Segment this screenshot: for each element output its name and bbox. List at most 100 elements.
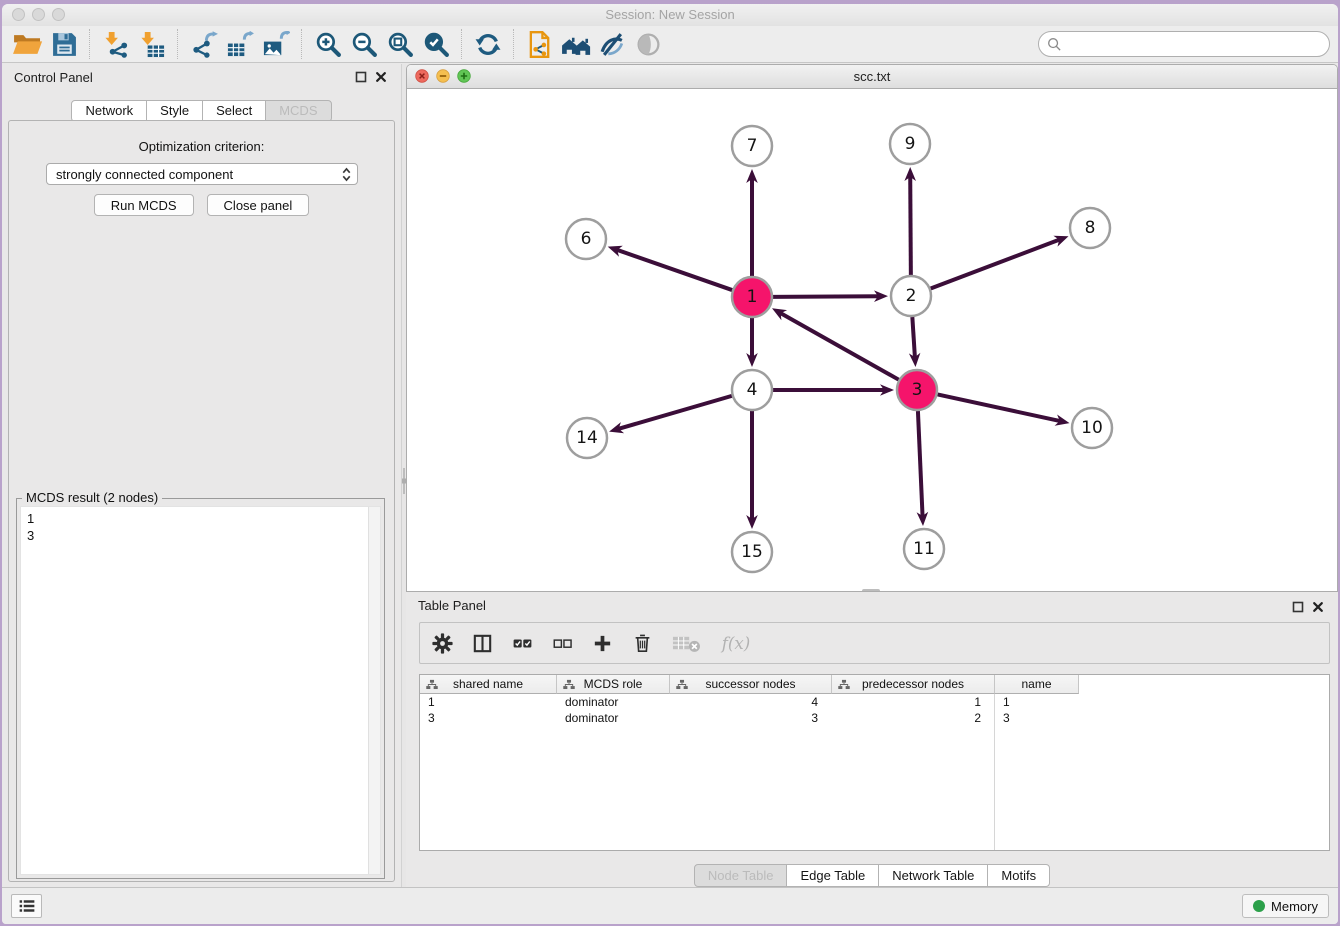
node-4[interactable]: 4 [732, 370, 772, 410]
tab-node-table[interactable]: Node Table [694, 864, 788, 887]
import-table-button[interactable] [134, 28, 170, 60]
export-table-icon [226, 31, 254, 58]
table-row[interactable]: 3dominator323 [420, 710, 1329, 726]
save-session-icon [51, 31, 78, 58]
edge-4-15[interactable] [746, 411, 758, 529]
zoom-out-button[interactable] [346, 28, 382, 60]
create-column-button[interactable] [592, 633, 613, 654]
close-panel-button[interactable]: Close panel [207, 194, 310, 216]
cell-MCDS-role[interactable]: dominator [557, 695, 670, 709]
edge-1-6[interactable] [608, 246, 732, 290]
edge-4-14[interactable] [609, 396, 732, 433]
column-header-successor-nodes[interactable]: successor nodes [670, 675, 832, 694]
float-panel-icon[interactable] [355, 71, 367, 83]
column-header-label: predecessor nodes [862, 677, 964, 691]
mcds-result-scrollbar[interactable] [368, 507, 380, 874]
optimization-criterion-select[interactable]: strongly connected component [46, 163, 358, 185]
mcds-result-textarea[interactable]: 13 [20, 506, 381, 875]
edge-3-10[interactable] [938, 394, 1070, 425]
close-table-panel-icon[interactable] [1312, 601, 1324, 613]
search-input[interactable] [1062, 34, 1329, 54]
cell-shared-name[interactable]: 3 [420, 711, 557, 725]
table-mode-button[interactable] [472, 633, 493, 654]
edge-1-2[interactable] [773, 290, 888, 302]
control-panel-tabs: NetworkStyleSelectMCDS [2, 100, 401, 122]
workspace-right-column: scc.txt 7968124314101511 Table Panel f(x… [406, 64, 1338, 888]
node-2[interactable]: 2 [891, 276, 931, 316]
column-header-label: successor nodes [705, 677, 795, 691]
cell-successor-nodes[interactable]: 3 [670, 711, 832, 725]
main-toolbar [2, 26, 1338, 63]
application-window: Session: New Session Control Panel [0, 0, 1340, 926]
zoom-fit-button[interactable] [382, 28, 418, 60]
new-network-from-selection-button[interactable] [522, 28, 558, 60]
node-6[interactable]: 6 [566, 219, 606, 259]
node-15[interactable]: 15 [732, 532, 772, 572]
delete-column-button[interactable] [632, 633, 653, 654]
edge-1-7[interactable] [746, 169, 758, 276]
tab-edge-table[interactable]: Edge Table [786, 864, 879, 887]
birds-eye-view-button [630, 28, 666, 60]
tab-network-table[interactable]: Network Table [878, 864, 988, 887]
node-3[interactable]: 3 [897, 370, 937, 410]
import-network-button[interactable] [98, 28, 134, 60]
toolbar-separator [89, 29, 91, 59]
edge-3-11[interactable] [917, 411, 929, 526]
cell-shared-name[interactable]: 1 [420, 695, 557, 709]
node-10[interactable]: 10 [1072, 408, 1112, 448]
tab-network[interactable]: Network [71, 100, 147, 122]
cell-predecessor-nodes[interactable]: 1 [832, 695, 995, 709]
zoom-in-button[interactable] [310, 28, 346, 60]
birds-eye-view-icon [635, 31, 662, 58]
open-file-button[interactable] [10, 28, 46, 60]
network-canvas[interactable]: 7 9 6 8 1 2 4 3 14 10 15 11 [407, 88, 1338, 591]
mcds-result-line: 3 [27, 527, 362, 544]
cell-successor-nodes[interactable]: 4 [670, 695, 832, 709]
cell-name[interactable]: 1 [995, 695, 1079, 709]
node-11[interactable]: 11 [904, 529, 944, 569]
column-header-name[interactable]: name [995, 675, 1079, 694]
hide-all-columns-button[interactable] [552, 633, 573, 654]
tab-select[interactable]: Select [202, 100, 266, 122]
cell-name[interactable]: 3 [995, 711, 1079, 725]
column-header-predecessor-nodes[interactable]: predecessor nodes [832, 675, 995, 694]
table-row[interactable]: 1dominator411 [420, 694, 1329, 710]
edge-1-4[interactable] [746, 318, 758, 367]
fx-icon: f(x) [720, 633, 752, 654]
save-session-button[interactable] [46, 28, 82, 60]
close-panel-icon[interactable] [375, 71, 387, 83]
svg-text:1: 1 [747, 287, 758, 307]
export-network-button[interactable] [186, 28, 222, 60]
export-table-button[interactable] [222, 28, 258, 60]
show-all-columns-button[interactable] [512, 633, 533, 654]
refresh-button[interactable] [470, 28, 506, 60]
export-image-button[interactable] [258, 28, 294, 60]
table-settings-button[interactable] [432, 633, 453, 654]
memory-status-dot [1253, 900, 1265, 912]
node-14[interactable]: 14 [567, 418, 607, 458]
tab-mcds[interactable]: MCDS [265, 100, 331, 122]
node-8[interactable]: 8 [1070, 208, 1110, 248]
node-1[interactable]: 1 [732, 277, 772, 317]
column-header-MCDS-role[interactable]: MCDS role [557, 675, 670, 694]
edge-2-3[interactable] [909, 317, 921, 367]
trash-icon [632, 633, 653, 654]
run-mcds-button[interactable]: Run MCDS [94, 194, 194, 216]
float-table-panel-icon[interactable] [1292, 601, 1304, 613]
edge-4-3[interactable] [773, 384, 894, 396]
node-9[interactable]: 9 [890, 124, 930, 164]
cell-predecessor-nodes[interactable]: 2 [832, 711, 995, 725]
edge-2-9[interactable] [904, 167, 916, 275]
edge-2-8[interactable] [931, 236, 1069, 289]
tab-motifs[interactable]: Motifs [987, 864, 1050, 887]
edge-3-1[interactable] [772, 308, 899, 379]
cell-MCDS-role[interactable]: dominator [557, 711, 670, 725]
node-7[interactable]: 7 [732, 126, 772, 166]
task-history-button[interactable] [11, 894, 42, 918]
home-button[interactable] [558, 28, 594, 60]
show-graphics-details-button[interactable] [594, 28, 630, 60]
zoom-selected-button[interactable] [418, 28, 454, 60]
tab-style[interactable]: Style [146, 100, 203, 122]
column-header-shared-name[interactable]: shared name [420, 675, 557, 694]
memory-button[interactable]: Memory [1242, 894, 1329, 918]
